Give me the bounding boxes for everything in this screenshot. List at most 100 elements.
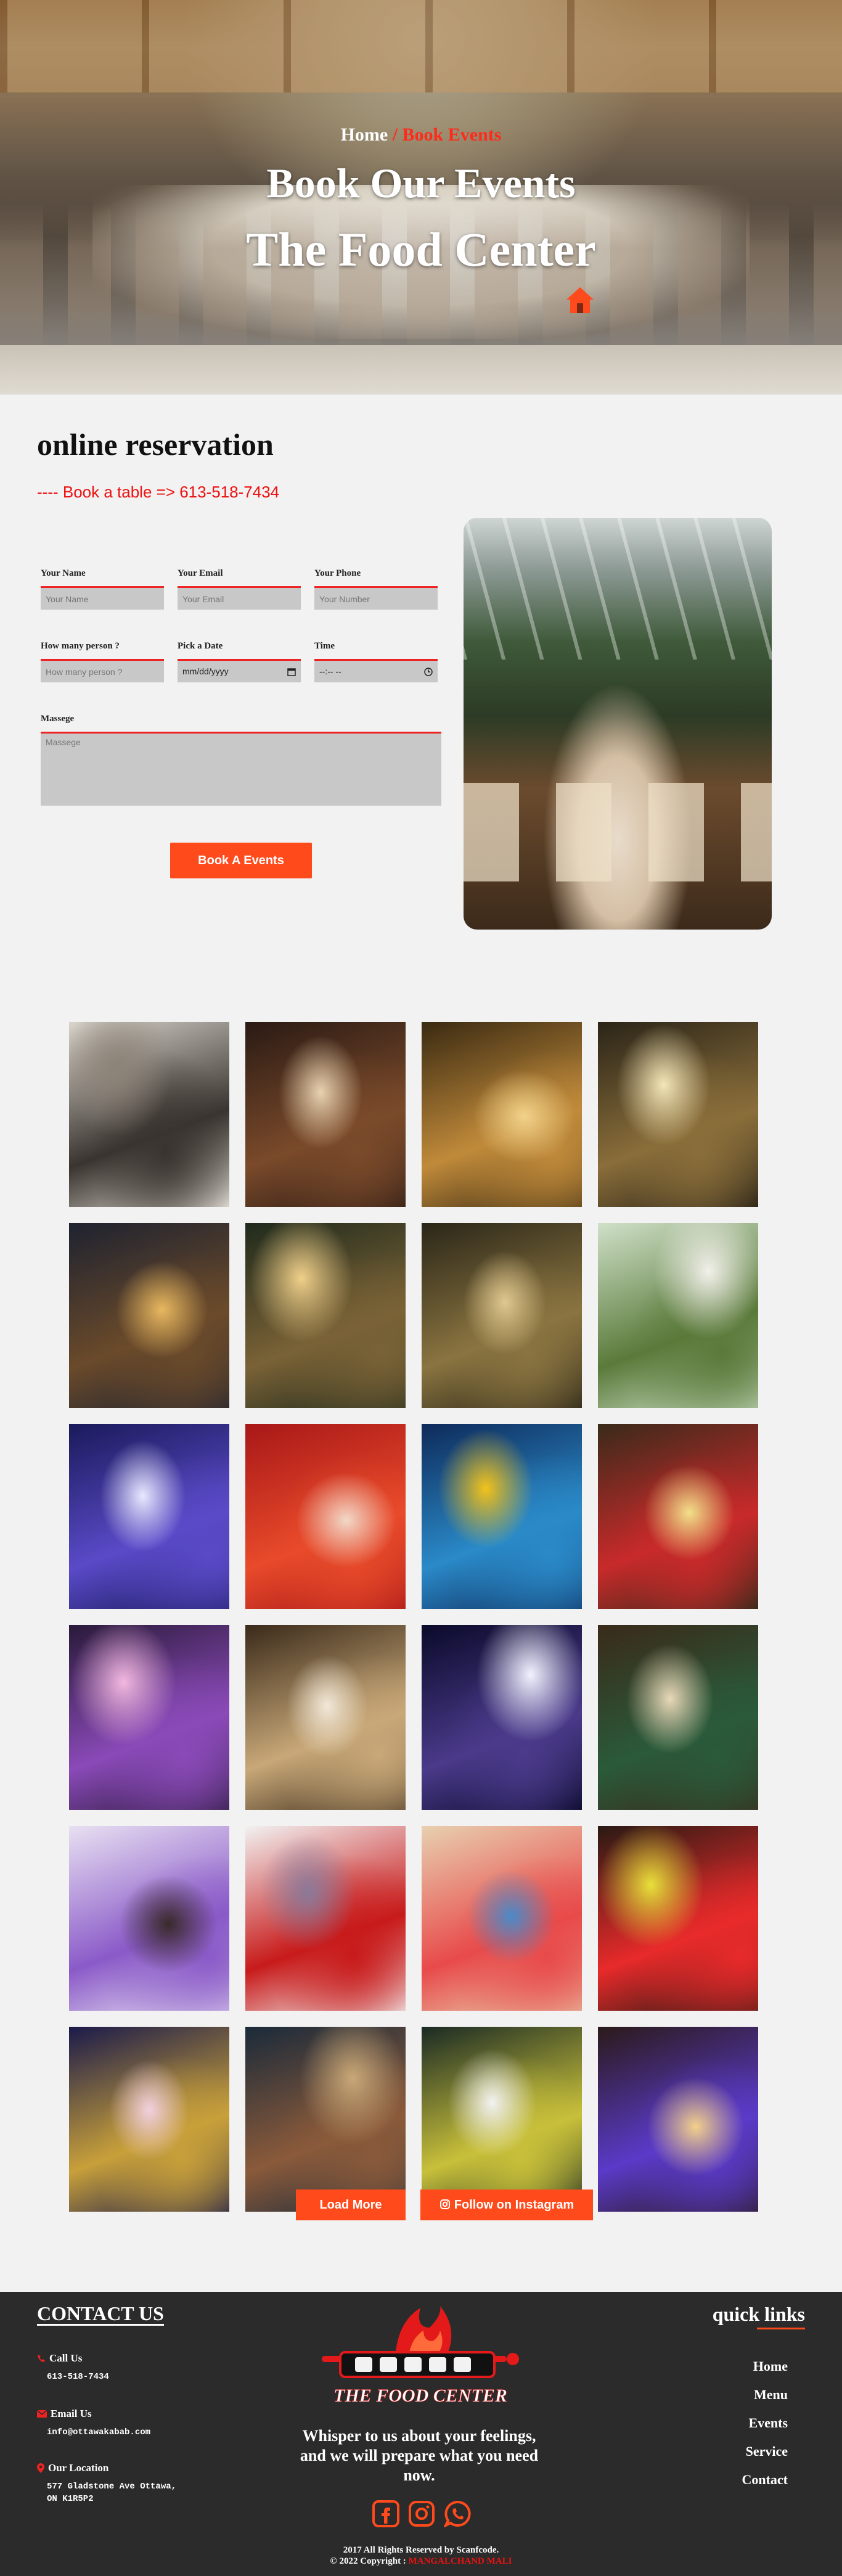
gallery-image-greenery-corridor[interactable] [422,1223,582,1408]
gallery-image-green-table-banquet[interactable] [598,1625,758,1810]
whatsapp-icon[interactable] [443,2500,471,2529]
phone-input[interactable] [314,586,438,610]
persons-field-group: How many person ? [41,641,164,682]
gallery-image-purple-ceiling-lounge[interactable] [69,1826,229,2011]
gallery-image-star-lights-bar[interactable] [598,2027,758,2212]
site-footer: CONTACT US Call Us 613-518-7434 Email Us… [0,2292,842,2576]
gallery-image-purple-lit-banquet[interactable] [69,1424,229,1609]
name-input[interactable] [41,586,164,610]
phone-field-group: Your Phone [314,568,438,610]
breadcrumb-current: Book Events [402,125,502,145]
contact-email: Email Us info@ottawakabab.com [37,2408,150,2439]
footer-link-contact[interactable]: Contact [742,2472,788,2488]
phone-icon [38,2355,45,2362]
time-label: Time [314,641,335,651]
gallery-image-chandelier-dining-room[interactable] [598,1022,758,1207]
contact-call: Call Us 613-518-7434 [37,2352,109,2383]
quick-links-heading-text: quick links [712,2303,805,2325]
date-label: Pick a Date [178,641,223,651]
reservation-venue-photo [464,518,772,930]
hero-banner: Home / Book Events Book Our Events The F… [0,0,842,395]
breadcrumb-home[interactable]: Home [341,125,388,145]
load-more-button[interactable]: Load More [296,2190,406,2220]
email-icon [37,2410,47,2418]
calendar-icon[interactable] [287,668,296,676]
location-line-2: ON K1R5P2 [47,2494,94,2504]
page-title: Book Our Events [266,160,576,206]
quick-links-heading: quick links [712,2303,805,2329]
copyright-author[interactable]: MANGALCHAND MALI [409,2556,512,2566]
event-gallery: Load More Follow on Instagram [0,968,842,2220]
location-pin-icon [37,2463,44,2473]
gallery-image-garden-string-lights[interactable] [245,1223,406,1408]
breadcrumb: Home / Book Events [0,125,842,145]
call-label: Call Us [49,2352,83,2364]
location-line-1: 577 Gladstone Ave Ottawa, [47,2482,177,2492]
gallery-image-patio-night-tables[interactable] [69,1223,229,1408]
gallery-image-dance-floor-dj[interactable] [245,1625,406,1810]
message-label: Massege [41,714,75,724]
contact-location: Our Location 577 Gladstone Ave Ottawa, ON… [37,2462,176,2505]
footer-link-service[interactable]: Service [746,2443,788,2459]
hero-ceiling-texture [0,0,842,92]
gallery-image-colorful-canopy-cafe[interactable] [422,1826,582,2011]
time-value: --:-- -- [319,666,341,676]
persons-label: How many person ? [41,641,120,651]
reservation-title: online reservation [37,427,274,462]
message-textarea[interactable]: Massege [41,732,441,806]
email-field-group: Your Email [178,568,301,610]
footer-link-menu[interactable]: Menu [754,2387,788,2403]
gallery-image-celebrate-special-days[interactable] [69,2027,229,2212]
call-value[interactable]: 613-518-7434 [47,2371,109,2383]
persons-input[interactable] [41,659,164,682]
date-input[interactable]: mm/dd/yyyy [178,659,301,682]
location-label: Our Location [48,2462,109,2474]
footer-link-home[interactable]: Home [753,2358,788,2374]
gallery-image-white-draped-ballroom[interactable] [422,1625,582,1810]
food-center-logo[interactable]: THE FOOD CENTER [303,2303,537,2414]
email-value[interactable]: info@ottawakabab.com [47,2426,150,2439]
clock-icon[interactable] [424,667,433,676]
email-label: Your Email [178,568,223,578]
gallery-image-birthday-party-flyer[interactable] [422,1424,582,1609]
instagram-icon [439,2199,450,2209]
email-label: Email Us [51,2408,92,2419]
name-field-group: Your Name [41,568,164,610]
footer-link-events[interactable]: Events [748,2415,788,2431]
name-label: Your Name [41,568,86,578]
gallery-image-fine-dining-plate[interactable] [69,1022,229,1207]
gallery-image-party-hall-discount-flyer[interactable] [245,1826,406,2011]
copyright-prefix: © 2022 Copyright : [330,2556,406,2566]
gallery-image-violet-party-room[interactable] [69,1625,229,1810]
gallery-image-outdoor-garden-tables[interactable] [598,1223,758,1408]
footer-tagline: Whisper to us about your feelings, and w… [300,2427,539,2484]
book-events-button[interactable]: Book A Events [170,843,312,878]
logo-text: THE FOOD CENTER [333,2386,507,2406]
email-input[interactable] [178,586,301,610]
reservation-section: online reservation ---- Book a table => … [0,395,842,968]
time-field-group: Time --:-- -- [314,641,438,682]
time-input[interactable]: --:-- -- [314,659,438,682]
copyright: 2017 All Rights Reserved by Scanfcode. ©… [0,2545,842,2567]
gallery-image-dark-banquet-hall[interactable] [245,1022,406,1207]
quick-links-underline [757,2328,805,2329]
gallery-image-red-seating-lounge[interactable] [598,1826,758,2011]
copyright-line-1: 2017 All Rights Reserved by Scanfcode. [343,2545,499,2555]
gallery-image-golden-restaurant-interior[interactable] [422,1022,582,1207]
hero-floor [0,345,842,395]
home-icon[interactable] [564,285,596,317]
facebook-icon[interactable] [372,2500,399,2527]
gallery-image-white-chairs-garden-room[interactable] [422,2027,582,2212]
reservation-phone: ---- Book a table => 613-518-7434 [37,483,280,501]
venue-tables [464,783,772,881]
date-value: mm/dd/yyyy [182,666,229,676]
gallery-image-balloon-decor-hall[interactable] [598,1424,758,1609]
instagram-icon[interactable] [408,2500,435,2527]
instagram-follow-button[interactable]: Follow on Instagram [420,2190,593,2220]
page-subtitle: The Food Center [246,223,596,276]
breadcrumb-separator: / [392,125,398,145]
instagram-follow-label: Follow on Instagram [454,2198,574,2212]
gallery-image-maestro-storefront[interactable] [245,2027,406,2212]
venue-glass-roof [464,518,772,660]
gallery-image-events-party-venue[interactable] [245,1424,406,1609]
